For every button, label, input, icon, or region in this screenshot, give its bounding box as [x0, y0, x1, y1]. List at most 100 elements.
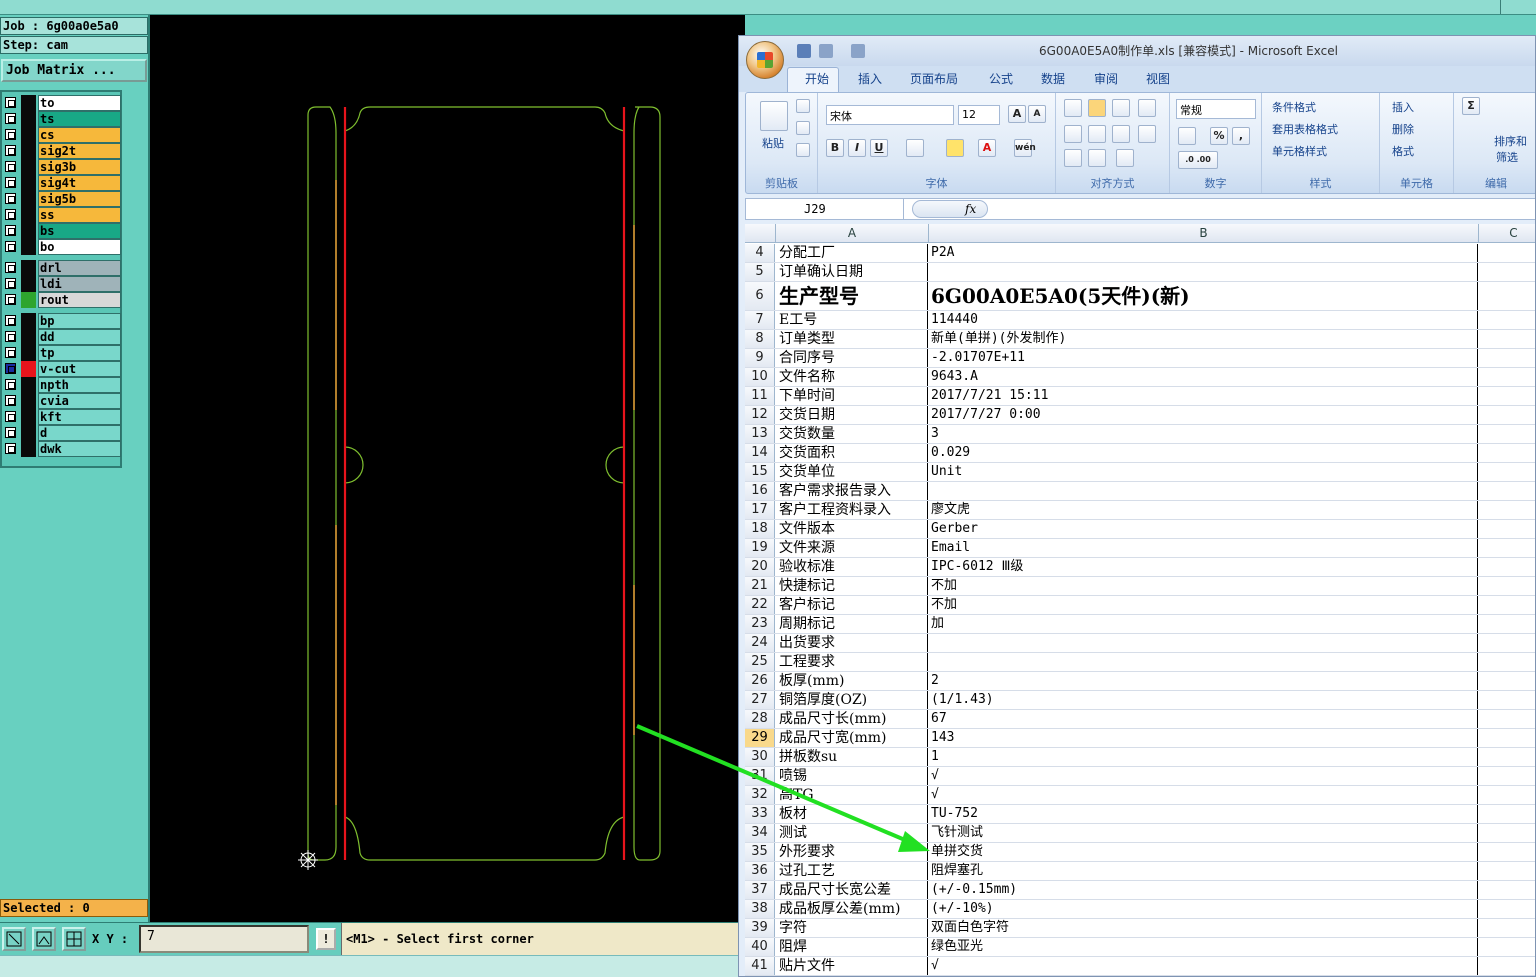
layer-name[interactable]: sig3b [38, 159, 121, 175]
sort-filter-label-2[interactable]: 筛选 [1496, 149, 1518, 165]
cell-a[interactable]: 客户需求报告录入 [776, 482, 928, 500]
cell-b[interactable] [929, 263, 1478, 281]
row-number[interactable]: 34 [745, 824, 775, 842]
wrap-text-icon[interactable] [1138, 99, 1156, 117]
layer-checkbox[interactable] [5, 225, 16, 236]
increase-indent-icon[interactable] [1088, 149, 1106, 167]
row-number[interactable]: 9 [745, 349, 775, 367]
decimal-icon[interactable]: .0 .00 [1178, 151, 1218, 169]
layer-checkbox[interactable] [5, 241, 16, 252]
autosum-button[interactable]: Σ [1462, 97, 1480, 115]
cell-style-button[interactable]: 单元格样式 [1272, 143, 1327, 159]
undo-icon[interactable] [819, 44, 833, 58]
copy-icon[interactable] [796, 121, 810, 135]
layer-checkbox[interactable] [5, 363, 16, 374]
cell-b[interactable]: 114440 [929, 311, 1478, 329]
layer-checkbox[interactable] [5, 161, 16, 172]
cell-a[interactable]: 铜箔厚度(OZ) [776, 691, 928, 709]
row-number[interactable]: 14 [745, 444, 775, 462]
layer-row-d[interactable]: d [3, 425, 121, 441]
layer-checkbox[interactable] [5, 278, 16, 289]
layer-row-bp[interactable]: bp [3, 313, 121, 329]
layer-name[interactable]: ss [38, 207, 121, 223]
cell-a[interactable]: E工号 [776, 311, 928, 329]
layer-name[interactable]: bp [38, 313, 121, 329]
cell-a[interactable]: 周期标记 [776, 615, 928, 633]
row-number[interactable]: 25 [745, 653, 775, 671]
cell-a[interactable]: 文件来源 [776, 539, 928, 557]
row-number[interactable]: 5 [745, 263, 775, 281]
font-grow-icon[interactable]: A [1008, 105, 1026, 123]
layer-checkbox[interactable] [5, 113, 16, 124]
row-number[interactable]: 21 [745, 577, 775, 595]
bold-button[interactable]: B [826, 139, 844, 157]
cell-a[interactable]: 拼板数su [776, 748, 928, 766]
cell-b[interactable]: 2017/7/27 0:00 [929, 406, 1478, 424]
fx-button[interactable]: fx [912, 200, 988, 218]
layer-checkbox[interactable] [5, 97, 16, 108]
name-box[interactable]: J29 [746, 199, 904, 219]
cell-b[interactable]: 阻焊塞孔 [929, 862, 1478, 880]
layer-row-dd[interactable]: dd [3, 329, 121, 345]
align-left-icon[interactable] [1064, 125, 1082, 143]
cell-a[interactable]: 成品尺寸宽(mm) [776, 729, 928, 747]
cell-b[interactable]: 67 [929, 710, 1478, 728]
number-format-select[interactable]: 常规 [1176, 99, 1256, 119]
layer-name[interactable]: rout [38, 292, 121, 308]
layer-checkbox[interactable] [5, 193, 16, 204]
paste-label[interactable]: 粘贴 [762, 135, 784, 151]
tab-insert[interactable]: 插入 [858, 70, 882, 88]
job-matrix-button[interactable]: Job Matrix ... [1, 59, 147, 82]
fill-color-icon[interactable] [946, 139, 964, 157]
currency-icon[interactable] [1178, 127, 1196, 145]
cell-b[interactable]: √ [929, 957, 1478, 975]
row-number[interactable]: 27 [745, 691, 775, 709]
row-number[interactable]: 16 [745, 482, 775, 500]
cell-b[interactable]: (1/1.43) [929, 691, 1478, 709]
cell-b[interactable]: √ [929, 786, 1478, 804]
row-number[interactable]: 20 [745, 558, 775, 576]
row-number[interactable]: 23 [745, 615, 775, 633]
select-tool-icon[interactable] [2, 927, 26, 951]
row-number[interactable]: 4 [745, 244, 775, 262]
underline-button[interactable]: U [870, 139, 888, 157]
layer-row-to[interactable]: to [3, 95, 121, 111]
cell-a[interactable]: 字符 [776, 919, 928, 937]
save-icon[interactable] [797, 44, 811, 58]
cell-b[interactable] [929, 482, 1478, 500]
percent-button[interactable]: % [1210, 127, 1228, 145]
cell-a[interactable]: 客户工程资料录入 [776, 501, 928, 519]
format-cells-button[interactable]: 格式 [1392, 143, 1414, 159]
row-number[interactable]: 13 [745, 425, 775, 443]
cell-b[interactable]: -2.01707E+11 [929, 349, 1478, 367]
cell-a[interactable]: 喷锡 [776, 767, 928, 785]
cell-a[interactable]: 成品尺寸长宽公差 [776, 881, 928, 899]
measure-tool-icon[interactable] [32, 927, 56, 951]
cell-b[interactable]: 不加 [929, 577, 1478, 595]
cell-b[interactable]: 2 [929, 672, 1478, 690]
row-number[interactable]: 40 [745, 938, 775, 956]
layer-row-dwk[interactable]: dwk [3, 441, 121, 457]
layer-row-v-cut[interactable]: v-cut [3, 361, 121, 377]
cell-a[interactable]: 成品尺寸长(mm) [776, 710, 928, 728]
cell-a[interactable]: 板材 [776, 805, 928, 823]
row-number[interactable]: 10 [745, 368, 775, 386]
cell-b[interactable]: 3 [929, 425, 1478, 443]
cell-a[interactable]: 交货面积 [776, 444, 928, 462]
delete-cells-button[interactable]: 删除 [1392, 121, 1414, 137]
insert-cells-button[interactable]: 插入 [1392, 99, 1414, 115]
tab-home[interactable]: 开始 [805, 70, 829, 88]
layer-name[interactable]: sig4t [38, 175, 121, 191]
layer-name[interactable]: ldi [38, 276, 121, 292]
cell-a[interactable]: 订单类型 [776, 330, 928, 348]
font-shrink-icon[interactable]: A [1028, 105, 1046, 123]
row-number[interactable]: 38 [745, 900, 775, 918]
column-header-a[interactable]: A [776, 224, 929, 243]
row-number[interactable]: 24 [745, 634, 775, 652]
layer-name[interactable]: ts [38, 111, 121, 127]
spreadsheet-grid[interactable]: A B C 4 分配工厂 P2A 5 订单确认日期 6 生产型号 6G00A0E5A0(5天件… [745, 224, 1535, 976]
cell-b[interactable]: 2017/7/21 15:11 [929, 387, 1478, 405]
font-size-select[interactable]: 12 [958, 105, 1000, 125]
layer-row-tp[interactable]: tp [3, 345, 121, 361]
cell-a[interactable]: 分配工厂 [776, 244, 928, 262]
